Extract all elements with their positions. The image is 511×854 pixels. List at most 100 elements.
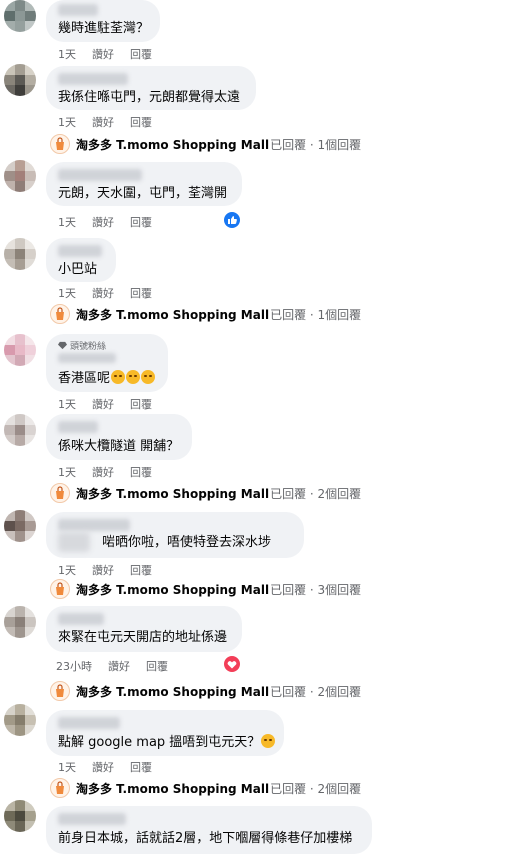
comment-time[interactable]: 1天	[58, 48, 76, 61]
pensive-face-emoji	[126, 370, 141, 384]
replies-summary[interactable]: 淘多多 T.momo Shopping Mall已回覆 · 2個回覆	[50, 680, 361, 702]
replies-count[interactable]: 已回覆 · 2個回覆	[270, 782, 361, 796]
replies-count[interactable]: 已回覆 · 3個回覆	[270, 583, 361, 597]
pensive-face-emoji	[111, 370, 126, 384]
like-link[interactable]: 讚好	[92, 466, 114, 479]
comment-actions: 23小時 讚好 回覆	[56, 658, 184, 674]
comment-actions: 1天 讚好 回覆	[58, 214, 168, 230]
page-name[interactable]: 淘多多 T.momo Shopping Mall	[76, 782, 269, 796]
author-name-blurred[interactable]	[58, 245, 102, 257]
comment-time[interactable]: 1天	[58, 466, 76, 479]
replies-count[interactable]: 已回覆 · 2個回覆	[270, 685, 361, 699]
like-link[interactable]: 讚好	[92, 761, 114, 774]
page-avatar	[50, 681, 70, 701]
author-name-blurred[interactable]	[58, 613, 104, 625]
replies-summary[interactable]: 淘多多 T.momo Shopping Mall已回覆 · 2個回覆	[50, 777, 361, 799]
like-reaction-icon[interactable]	[224, 212, 240, 228]
comment-bubble: 前身日本城，話就話2層，地下嗰層得條巷仔加樓梯	[46, 806, 372, 854]
comment-text: 小巴站	[58, 262, 98, 277]
author-name-blurred[interactable]	[58, 813, 126, 825]
author-name-blurred[interactable]	[58, 519, 130, 531]
replies-summary[interactable]: 淘多多 T.momo Shopping Mall已回覆 · 1個回覆	[50, 133, 361, 155]
thumbs-up-icon	[228, 216, 237, 224]
page-name[interactable]: 淘多多 T.momo Shopping Mall	[76, 138, 269, 152]
replies-summary[interactable]: 淘多多 T.momo Shopping Mall已回覆 · 2個回覆	[50, 482, 361, 504]
avatar[interactable]	[4, 414, 36, 446]
reply-link[interactable]: 回覆	[130, 466, 152, 479]
like-link[interactable]: 讚好	[92, 564, 114, 577]
badge-label: 頭號粉絲	[70, 342, 107, 352]
comment-time[interactable]: 23小時	[56, 660, 92, 673]
comment-actions: 1天 讚好 回覆	[58, 114, 168, 130]
like-link[interactable]: 讚好	[92, 48, 114, 61]
comment-text: 啱晒你啦，唔使特登去深水埗	[102, 535, 272, 550]
reply-link[interactable]: 回覆	[130, 116, 152, 129]
reply-link[interactable]: 回覆	[130, 398, 152, 411]
pensive-face-emoji	[141, 370, 156, 384]
top-fan-badge: 頭號粉絲	[58, 339, 106, 352]
comment-time[interactable]: 1天	[58, 287, 76, 300]
reply-link[interactable]: 回覆	[130, 564, 152, 577]
comment-text-body: 點解 google map 搵唔到屯元天？	[58, 735, 261, 750]
reply-link[interactable]: 回覆	[146, 660, 168, 673]
comment-text: 幾時進駐荃灣？	[58, 21, 150, 36]
replies-count[interactable]: 已回覆 · 1個回覆	[270, 138, 361, 152]
page-name[interactable]: 淘多多 T.momo Shopping Mall	[76, 308, 269, 322]
comment-bubble: 來緊在屯元天開店的地址係邊	[46, 606, 242, 652]
avatar[interactable]	[4, 606, 36, 638]
avatar[interactable]	[4, 334, 36, 366]
like-link[interactable]: 讚好	[92, 398, 114, 411]
reply-link[interactable]: 回覆	[130, 287, 152, 300]
comment-text: 香港區呢	[58, 370, 156, 388]
page-name[interactable]: 淘多多 T.momo Shopping Mall	[76, 583, 269, 597]
reply-link[interactable]: 回覆	[130, 761, 152, 774]
shopping-bag-icon	[56, 137, 64, 150]
avatar[interactable]	[4, 704, 36, 736]
page-avatar	[50, 483, 70, 503]
page-avatar	[50, 778, 70, 798]
page-avatar	[50, 134, 70, 154]
comment-time[interactable]: 1天	[58, 398, 76, 411]
comment-text: 元朗，天水圍，屯門，荃灣開	[58, 186, 228, 201]
replies-count[interactable]: 已回覆 · 2個回覆	[270, 487, 361, 501]
like-link[interactable]: 讚好	[92, 287, 114, 300]
reply-link[interactable]: 回覆	[130, 216, 152, 229]
shopping-bag-icon	[56, 781, 64, 794]
avatar[interactable]	[4, 800, 36, 832]
comment-bubble: 幾時進駐荃灣？	[46, 0, 160, 42]
replies-summary[interactable]: 淘多多 T.momo Shopping Mall已回覆 · 3個回覆	[50, 578, 361, 600]
author-name-blurred[interactable]	[58, 169, 142, 181]
avatar[interactable]	[4, 160, 36, 192]
replies-count[interactable]: 已回覆 · 1個回覆	[270, 308, 361, 322]
avatar[interactable]	[4, 510, 36, 542]
like-link[interactable]: 讚好	[92, 116, 114, 129]
replies-summary[interactable]: 淘多多 T.momo Shopping Mall已回覆 · 1個回覆	[50, 303, 361, 325]
comment-time[interactable]: 1天	[58, 564, 76, 577]
comment-bubble: 係咪大欖隧道 開舖？	[46, 414, 192, 460]
comment-time[interactable]: 1天	[58, 761, 76, 774]
avatar[interactable]	[4, 0, 36, 32]
avatar[interactable]	[4, 64, 36, 96]
like-link[interactable]: 讚好	[108, 660, 130, 673]
shopping-bag-icon	[56, 684, 64, 697]
comment-text: 前身日本城，話就話2層，地下嗰層得條巷仔加樓梯	[58, 831, 353, 846]
like-link[interactable]: 讚好	[92, 216, 114, 229]
comment-time[interactable]: 1天	[58, 216, 76, 229]
author-name-blurred[interactable]	[58, 717, 120, 729]
author-name-blurred[interactable]	[58, 421, 98, 433]
comment-actions: 1天 讚好 回覆	[58, 562, 168, 578]
page-name[interactable]: 淘多多 T.momo Shopping Mall	[76, 685, 269, 699]
author-name-blurred[interactable]	[58, 353, 116, 363]
reply-link[interactable]: 回覆	[130, 48, 152, 61]
comment-time[interactable]: 1天	[58, 116, 76, 129]
comment-text: 來緊在屯元天開店的地址係邊	[58, 630, 228, 645]
page-name[interactable]: 淘多多 T.momo Shopping Mall	[76, 487, 269, 501]
love-reaction-icon[interactable]	[224, 656, 240, 672]
author-name-blurred[interactable]	[58, 4, 98, 16]
author-name-blurred[interactable]	[58, 73, 128, 85]
shopping-bag-icon	[56, 582, 64, 595]
comment-actions: 1天 讚好 回覆	[58, 285, 168, 301]
comment-bubble: 頭號粉絲 香港區呢	[46, 334, 168, 392]
avatar[interactable]	[4, 238, 36, 270]
comment-actions: 1天 讚好 回覆	[58, 46, 168, 62]
